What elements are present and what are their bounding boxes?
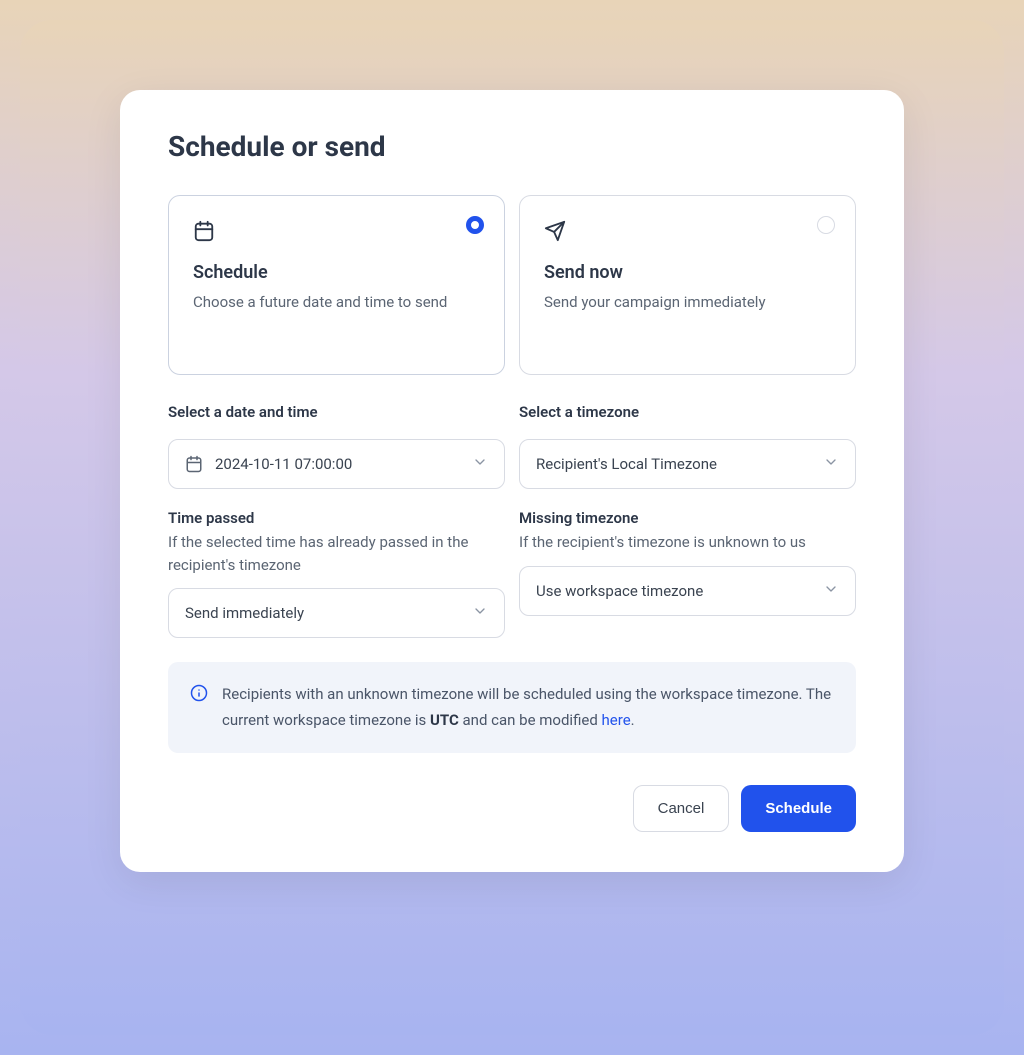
time-passed-label: Time passed (168, 509, 505, 527)
info-banner: Recipients with an unknown timezone will… (168, 662, 856, 753)
radio-schedule[interactable] (466, 216, 484, 234)
chevron-down-icon (823, 581, 839, 601)
info-text: Recipients with an unknown timezone will… (222, 682, 834, 733)
datetime-value: 2024-10-11 07:00:00 (215, 455, 472, 473)
timezone-value: Recipient's Local Timezone (536, 455, 823, 473)
info-icon (190, 684, 208, 706)
timezone-input[interactable]: Recipient's Local Timezone (519, 439, 856, 489)
time-passed-value: Send immediately (185, 604, 472, 622)
chevron-down-icon (823, 454, 839, 474)
missing-timezone-helper: If the recipient's timezone is unknown t… (519, 531, 856, 554)
option-send-now[interactable]: Send now Send your campaign immediately (519, 195, 856, 375)
info-text-end: . (631, 711, 635, 729)
datetime-label: Select a date and time (168, 403, 505, 421)
option-schedule-description: Choose a future date and time to send (193, 291, 480, 314)
field-timezone: Select a timezone Recipient's Local Time… (519, 403, 856, 489)
cancel-button[interactable]: Cancel (633, 785, 730, 832)
send-icon (544, 220, 831, 246)
missing-timezone-value: Use workspace timezone (536, 582, 823, 600)
timezone-label: Select a timezone (519, 403, 856, 421)
chevron-down-icon (472, 603, 488, 623)
missing-timezone-input[interactable]: Use workspace timezone (519, 566, 856, 616)
missing-timezone-label: Missing timezone (519, 509, 856, 527)
radio-send-now[interactable] (817, 216, 835, 234)
chevron-down-icon (472, 454, 488, 474)
field-datetime: Select a date and time 2024-10-11 07:00:… (168, 403, 505, 489)
option-cards: Schedule Choose a future date and time t… (168, 195, 856, 375)
option-send-now-title: Send now (544, 262, 831, 283)
info-here-link[interactable]: here (602, 711, 631, 729)
form-grid: Select a date and time 2024-10-11 07:00:… (168, 403, 856, 638)
option-schedule-title: Schedule (193, 262, 480, 283)
info-timezone: UTC (430, 711, 459, 729)
calendar-small-icon (185, 455, 203, 473)
page-backdrop: Schedule or send Schedule Choose a futur… (20, 20, 1004, 1035)
schedule-modal: Schedule or send Schedule Choose a futur… (120, 90, 904, 872)
schedule-button[interactable]: Schedule (741, 785, 856, 832)
datetime-input[interactable]: 2024-10-11 07:00:00 (168, 439, 505, 489)
field-time-passed: Time passed If the selected time has alr… (168, 509, 505, 638)
info-text-after: and can be modified (459, 711, 602, 729)
time-passed-input[interactable]: Send immediately (168, 588, 505, 638)
modal-footer: Cancel Schedule (168, 785, 856, 832)
option-schedule[interactable]: Schedule Choose a future date and time t… (168, 195, 505, 375)
calendar-icon (193, 220, 480, 246)
field-missing-timezone: Missing timezone If the recipient's time… (519, 509, 856, 638)
time-passed-helper: If the selected time has already passed … (168, 531, 505, 576)
option-send-now-description: Send your campaign immediately (544, 291, 831, 314)
modal-title: Schedule or send (168, 130, 856, 163)
